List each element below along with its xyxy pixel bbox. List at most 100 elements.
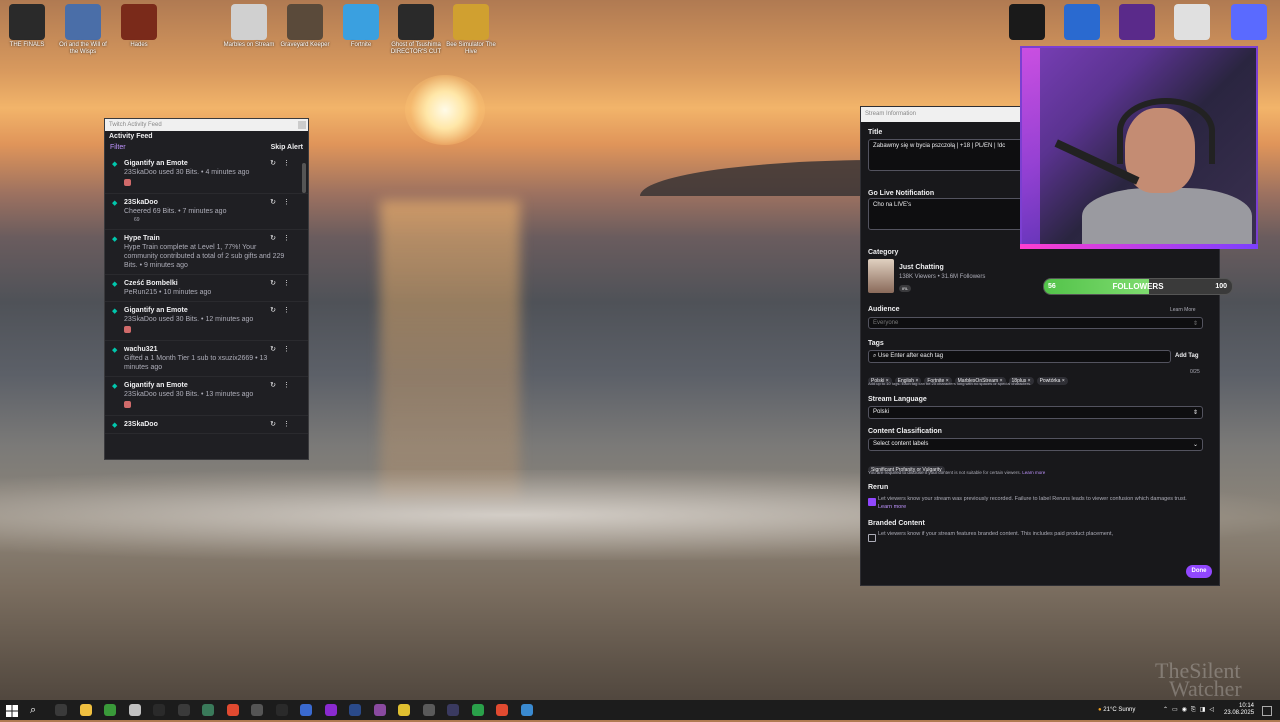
skip-alert-button[interactable]: Skip Alert [271,144,303,151]
obs-studio-icon[interactable] [324,704,337,716]
replay-icon[interactable]: ↻ [270,307,276,314]
app-icon [287,4,323,40]
desktop-icon[interactable]: Ori and the Will of the Wisps [56,4,110,56]
file-explorer-icon[interactable] [79,704,92,716]
desktop-icon[interactable]: THE FINALS [0,4,54,49]
desktop-icon[interactable] [1222,4,1276,40]
rerun-checkbox[interactable] [868,498,876,506]
tags-label: Tags [868,340,884,347]
spotify-icon[interactable] [471,704,484,716]
feed-item-time: 4 minutes ago [205,169,250,176]
feed-item-line: 23SkaDoo used 30 Bits. [124,316,200,323]
replay-icon[interactable]: ↻ [270,382,276,389]
chrome-icon[interactable] [226,704,239,716]
notepad-icon[interactable] [202,704,214,716]
app-icon [1174,4,1210,40]
branded-checkbox[interactable] [868,534,876,542]
feed-item[interactable]: ◆ Gigantify an Emote 23SkaDoo used 30 Bits… [105,377,308,416]
replay-icon[interactable]: ↻ [270,235,276,242]
tags-input[interactable]: ⌕ Use Enter after each tag [868,350,1171,363]
steam-icon[interactable] [349,704,361,716]
system-tray-icons[interactable]: ⌃▭◉⎘◨◁ [1163,700,1218,720]
desktop-icon[interactable] [1165,4,1219,40]
feed-item[interactable]: ◆ 23SkaDoo Cheered 69 Bits. • 7 minutes ag… [105,194,308,230]
desktop-icon[interactable]: Hades [112,4,166,49]
more-options-icon[interactable]: ⋮ [283,421,290,428]
audience-select[interactable]: Everyone ⇕ [868,317,1203,329]
calculator-icon[interactable] [128,704,141,716]
terminal-icon[interactable] [177,704,190,716]
app-icon [343,4,379,40]
nvidia-icon[interactable] [104,704,116,716]
app-icon [453,4,489,40]
classification-select[interactable]: Select content labels ⌄ [868,438,1203,451]
branded-text: Let viewers know if your stream features… [878,531,1113,537]
activity-feed-titlebar[interactable]: Twitch Activity Feed [105,119,308,131]
chrome-icon[interactable] [496,704,508,716]
feed-item[interactable]: ◆ 23SkaDoo ↻ ⋮ [105,416,308,434]
add-tag-button[interactable]: Add Tag [1175,353,1199,359]
rerun-learn-more-link[interactable]: Learn more [878,504,906,510]
settings-icon[interactable] [251,704,263,716]
desktop-icon[interactable]: Graveyard Keeper [278,4,332,49]
search-icon[interactable]: ⌕ [30,704,42,716]
app-icon[interactable] [422,704,435,716]
replay-icon[interactable]: ↻ [270,199,276,206]
task-view-icon[interactable] [55,704,67,716]
title-input[interactable]: Zabawmy się w bycia pszczołą | +18 | PL/… [868,139,1028,171]
desktop-icon[interactable] [1055,4,1109,40]
notification-icon[interactable] [1262,706,1272,716]
replay-icon[interactable]: ↻ [270,421,276,428]
more-options-icon[interactable]: ⋮ [283,346,290,353]
desktop-icon[interactable]: Marbles on Stream [222,4,276,49]
feed-item[interactable]: ◆ Gigantify an Emote 23SkaDoo used 30 Bits… [105,155,308,194]
filter-button[interactable]: Filter [110,144,126,151]
feed-item-detail: PeRun215 • 10 minutes ago [124,289,212,296]
category-name[interactable]: Just Chatting [899,264,944,271]
more-options-icon[interactable]: ⋮ [283,280,290,287]
remove-tag-icon[interactable]: × [1062,378,1065,384]
weather-widget[interactable]: ● 21°C Sunny [1098,700,1135,720]
desktop-icon[interactable] [1000,4,1054,40]
windows-start-icon[interactable] [6,704,18,717]
clock[interactable]: 10:14 23.08.2025 [1224,703,1254,717]
desktop-icon[interactable] [1110,4,1164,40]
tag-chip[interactable]: Powtórka × [1036,377,1068,385]
feed-scrollbar[interactable] [302,163,306,193]
done-button[interactable]: Done [1186,565,1212,578]
replay-icon[interactable]: ↻ [270,160,276,167]
language-value: Polski [873,409,890,415]
epic-games-icon[interactable] [275,704,288,716]
desktop-icon[interactable]: Bee Simulator The Hive [444,4,498,56]
tag-chip-label: Powtórka [1039,378,1061,384]
app-icon[interactable] [520,704,533,716]
followers-goal-bar: 56 FOLLOWERS 100 [1043,278,1233,295]
feed-item[interactable]: ◆ Hype Train Hype Train complete at Level … [105,230,308,275]
replay-icon[interactable]: ↻ [270,280,276,287]
clock-time: 10:14 [1238,703,1254,709]
twitch-icon[interactable] [373,704,386,716]
feed-item[interactable]: ◆ Cześć Bombelki PeRun215 • 10 minutes ago… [105,275,308,302]
app-icon[interactable] [447,704,459,716]
feed-item[interactable]: ◆ Gigantify an Emote 23SkaDoo used 30 Bits… [105,302,308,341]
more-options-icon[interactable]: ⋮ [283,307,290,314]
desktop-icon[interactable]: Ghost of Tsushima DIRECTOR'S CUT [389,4,443,56]
more-options-icon[interactable]: ⋮ [283,382,290,389]
obs-icon[interactable] [153,704,165,716]
category-thumbnail[interactable] [868,259,894,293]
classification-learn-more-link[interactable]: Learn more [1022,470,1045,475]
desktop-icon[interactable]: Fortnite [334,4,388,49]
category-badge: IRL [899,285,912,292]
notif-input[interactable]: Cho na LIVE's [868,198,1028,230]
app-icon[interactable] [300,704,312,716]
replay-icon[interactable]: ↻ [270,346,276,353]
audience-learn-more-link[interactable]: Learn More [1170,307,1196,313]
more-options-icon[interactable]: ⋮ [283,235,290,242]
language-select[interactable]: Polski ⇕ [868,406,1203,419]
more-options-icon[interactable]: ⋮ [283,199,290,206]
close-icon[interactable] [298,121,306,129]
more-options-icon[interactable]: ⋮ [283,160,290,167]
desktop-icon-label: Bee Simulator The Hive [446,42,496,55]
notes-icon[interactable] [398,704,410,716]
feed-item[interactable]: ◆ wachu321 Gifted a 1 Month Tier 1 sub to … [105,341,308,377]
